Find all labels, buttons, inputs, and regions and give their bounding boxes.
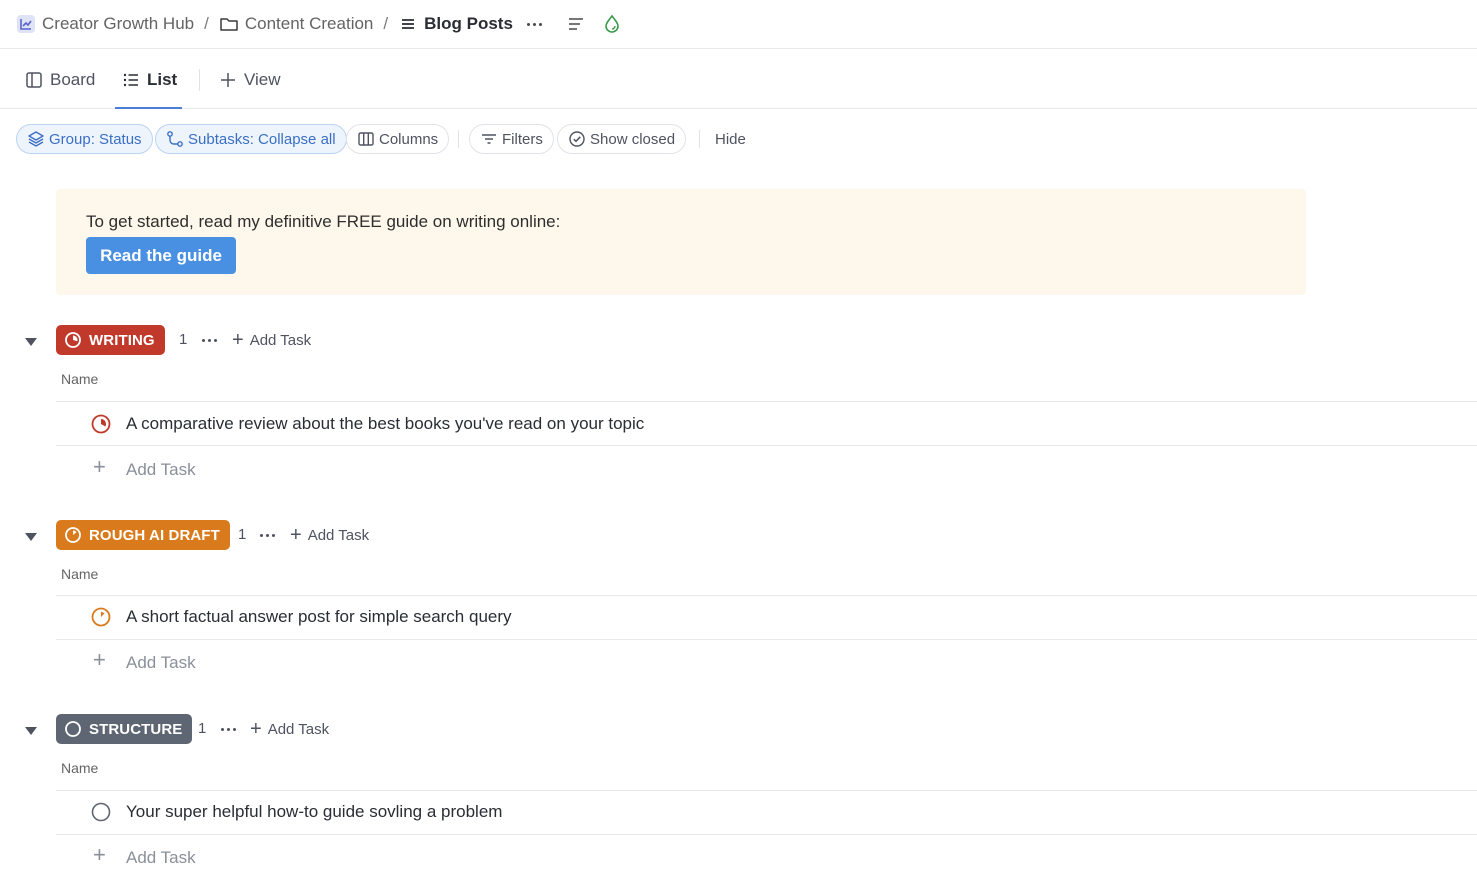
column-header-name[interactable]: Name	[61, 566, 98, 582]
add-task-row[interactable]: + Add Task	[56, 447, 1477, 491]
subtasks-button[interactable]: Subtasks: Collapse all	[155, 124, 347, 154]
task-name[interactable]: Your super helpful how-to guide sovling …	[126, 802, 502, 822]
view-tabs: Board List View	[0, 50, 1477, 109]
status-in-progress-icon[interactable]	[90, 413, 112, 435]
list-icon	[121, 70, 141, 90]
add-task-row[interactable]: + Add Task	[56, 835, 1477, 879]
add-view-button[interactable]: View	[218, 50, 281, 109]
add-task-label: Add Task	[126, 848, 196, 867]
active-tab-indicator	[115, 107, 182, 109]
group-add-task-label: Add Task	[249, 331, 312, 349]
breadcrumb-folder-label: Content Creation	[244, 14, 374, 33]
status-in-progress-icon[interactable]	[90, 606, 112, 628]
show-closed-label: Show closed	[590, 130, 676, 148]
status-label: ROUGH AI DRAFT	[89, 526, 220, 544]
group-more-icon[interactable]	[221, 728, 236, 731]
task-row[interactable]: Your super helpful how-to guide sovling …	[56, 790, 1477, 834]
add-task-row[interactable]: + Add Task	[56, 640, 1477, 684]
toolbar-divider	[458, 130, 459, 148]
column-header-name[interactable]: Name	[61, 760, 98, 776]
add-task-label: Add Task	[126, 653, 196, 672]
status-pill-writing[interactable]: WRITING	[56, 325, 165, 355]
add-task-label: Add Task	[126, 460, 196, 479]
group-by-button[interactable]: Group: Status	[16, 124, 153, 154]
read-guide-button[interactable]: Read the guide	[86, 237, 236, 274]
status-in-progress-icon	[64, 331, 82, 349]
plus-icon: +	[93, 842, 106, 867]
folder-icon	[219, 14, 239, 34]
list-toolbar: Group: Status Subtasks: Collapse all Col…	[0, 124, 1477, 154]
group-count: 1	[198, 720, 207, 737]
breadcrumb-list[interactable]: Blog Posts	[398, 9, 513, 39]
filters-label: Filters	[502, 130, 543, 148]
breadcrumb-list-label: Blog Posts	[424, 14, 513, 33]
plus-icon: +	[232, 329, 244, 351]
group-more-icon[interactable]	[260, 534, 275, 537]
task-name[interactable]: A short factual answer post for simple s…	[126, 607, 512, 627]
tab-board[interactable]: Board	[24, 50, 95, 109]
columns-icon	[357, 130, 375, 148]
task-name[interactable]: A comparative review about the best book…	[126, 414, 644, 434]
add-view-label: View	[244, 69, 281, 89]
group-more-icon[interactable]	[202, 339, 217, 342]
breadcrumb-space[interactable]: Creator Growth Hub	[16, 9, 194, 39]
status-open-icon	[64, 720, 82, 738]
tab-divider	[199, 69, 200, 91]
subtasks-icon	[166, 130, 184, 148]
more-options-icon[interactable]	[526, 22, 542, 26]
group-add-task-button[interactable]: + Add Task	[290, 525, 369, 545]
status-pill-rough-ai-draft[interactable]: ROUGH AI DRAFT	[56, 520, 230, 550]
check-circle-icon	[568, 130, 586, 148]
plus-icon: +	[93, 454, 106, 479]
group-by-label: Group: Status	[49, 130, 142, 148]
hide-button[interactable]: Hide	[715, 124, 746, 154]
status-label: WRITING	[89, 331, 155, 349]
breadcrumb-folder[interactable]: Content Creation	[219, 9, 374, 39]
breadcrumb-separator: /	[383, 14, 389, 33]
tab-list-label: List	[147, 69, 178, 89]
group-add-task-label: Add Task	[267, 720, 330, 738]
column-header-name[interactable]: Name	[61, 371, 98, 387]
breadcrumb-bar: Creator Growth Hub / Content Creation / …	[0, 0, 1477, 49]
board-icon	[24, 70, 44, 90]
group-add-task-button[interactable]: + Add Task	[232, 330, 311, 350]
breadcrumb-separator: /	[204, 14, 209, 33]
plus-icon: +	[290, 524, 302, 546]
tab-list[interactable]: List	[121, 50, 177, 109]
show-closed-button[interactable]: Show closed	[557, 124, 687, 154]
collapse-caret-icon[interactable]	[24, 337, 38, 347]
task-row[interactable]: A short factual answer post for simple s…	[56, 595, 1477, 639]
toolbar-divider	[699, 130, 700, 148]
group-count: 1	[179, 331, 188, 348]
filter-icon	[480, 130, 498, 148]
group-add-task-label: Add Task	[307, 526, 370, 544]
status-label: STRUCTURE	[89, 720, 183, 738]
collapse-caret-icon[interactable]	[24, 726, 38, 736]
layers-icon	[27, 130, 45, 148]
description-icon[interactable]	[564, 12, 588, 36]
plus-icon: +	[250, 718, 262, 740]
plus-icon	[218, 70, 238, 90]
droplet-icon[interactable]	[600, 12, 624, 36]
banner-text: To get started, read my definitive FREE …	[86, 212, 561, 231]
breadcrumb-space-label: Creator Growth Hub	[42, 14, 195, 33]
divider	[56, 445, 1477, 446]
guide-banner: To get started, read my definitive FREE …	[56, 189, 1306, 295]
status-in-progress-icon	[64, 526, 82, 544]
status-open-icon[interactable]	[90, 801, 112, 823]
plus-icon: +	[93, 647, 106, 672]
columns-button[interactable]: Columns	[346, 124, 450, 154]
collapse-caret-icon[interactable]	[24, 532, 38, 542]
list-lines-icon	[398, 14, 418, 34]
group-add-task-button[interactable]: + Add Task	[250, 719, 329, 739]
subtasks-label: Subtasks: Collapse all	[188, 130, 336, 148]
task-row[interactable]: A comparative review about the best book…	[56, 402, 1477, 446]
columns-label: Columns	[379, 130, 439, 148]
tab-board-label: Board	[50, 69, 96, 89]
group-count: 1	[238, 526, 247, 543]
status-pill-structure[interactable]: STRUCTURE	[56, 714, 193, 744]
filters-button[interactable]: Filters	[469, 124, 554, 154]
chart-line-icon	[16, 14, 36, 34]
